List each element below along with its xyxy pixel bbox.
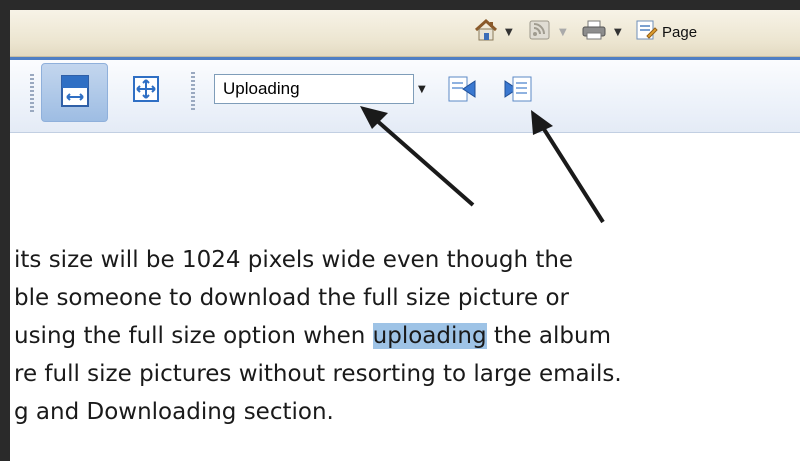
- arrow-to-find-next: [531, 110, 605, 224]
- annotation-arrows: [360, 106, 605, 224]
- arrow-to-search-box: [360, 106, 475, 207]
